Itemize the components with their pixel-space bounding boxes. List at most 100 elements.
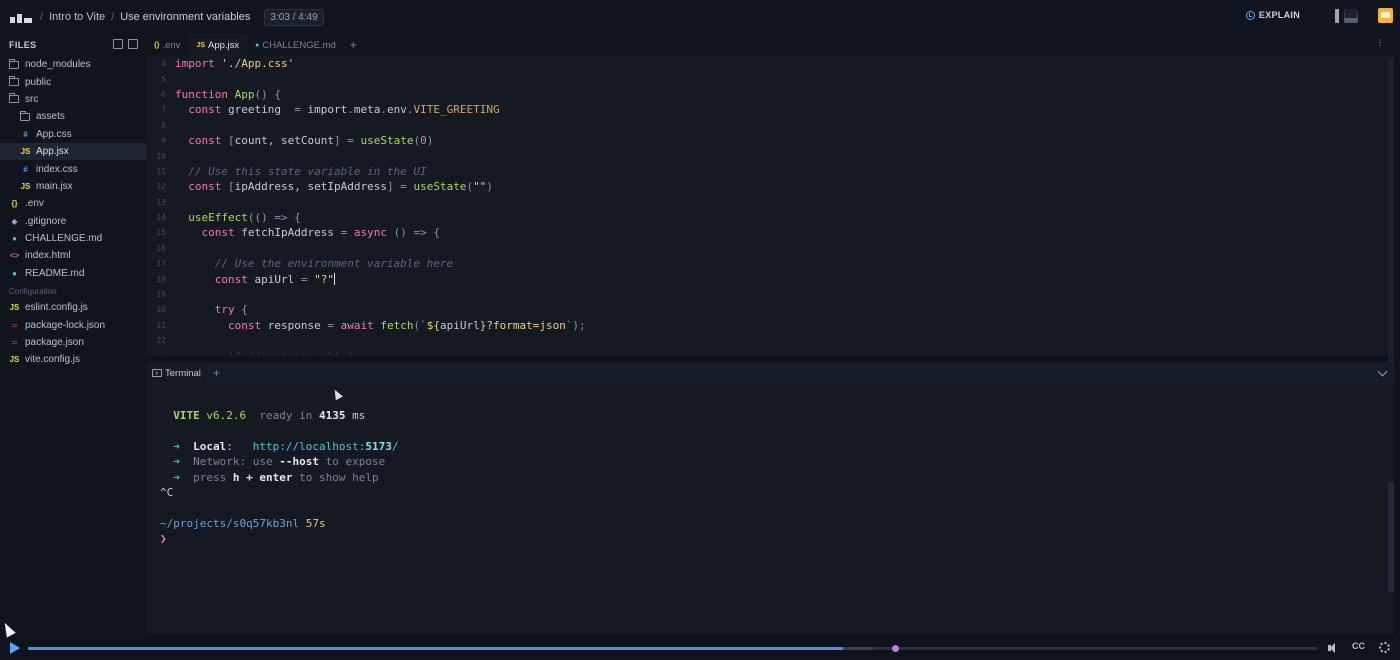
file-item[interactable]: ● CHALLENGE.md	[0, 230, 146, 247]
code-token: =	[294, 103, 308, 117]
code-token: VITE	[173, 409, 200, 423]
markdown-file-icon: ●	[12, 234, 17, 244]
file-item[interactable]: <> index.html	[0, 247, 146, 264]
line-number: 9	[161, 136, 166, 146]
file-label: App.jsx	[36, 146, 69, 158]
file-item[interactable]: ═ package-lock.json	[0, 316, 146, 333]
file-item[interactable]: {} .env	[0, 195, 146, 212]
file-label: index.html	[25, 250, 71, 262]
code-token: ms	[345, 409, 366, 423]
file-item[interactable]: public	[0, 73, 146, 90]
file-item[interactable]: JS main.jsx	[0, 178, 146, 195]
section-label: Configuration	[9, 286, 57, 296]
code-line: 17 // Use the environment variable here	[146, 256, 1394, 271]
more-options-icon[interactable]: ···	[1374, 38, 1386, 46]
file-explorer-title: FILES	[9, 40, 37, 50]
terminal-panel: Terminal + VITE v6.2.6 ready in 4135 ms …	[146, 362, 1394, 634]
code-token: : use	[239, 455, 280, 469]
code-token: "?"	[314, 272, 334, 286]
tab-terminal[interactable]: Terminal	[146, 362, 207, 384]
file-item[interactable]: ═ package.json	[0, 334, 146, 351]
editor-tab-label: App.jsx	[207, 39, 240, 51]
code-token: ➜	[173, 455, 180, 469]
new-folder-icon[interactable]	[128, 39, 138, 49]
file-item[interactable]: ● README.md	[0, 265, 146, 282]
line-number: 18	[156, 274, 166, 284]
explain-button[interactable]: EXPLAIN	[1245, 10, 1300, 20]
code-token: const	[214, 272, 255, 286]
editor-scrollbar[interactable]	[1388, 58, 1394, 378]
editor-tab[interactable]: ● CHALLENGE.md	[247, 34, 344, 56]
code-token: to show help	[292, 470, 379, 484]
brand-logo-icon[interactable]	[10, 11, 32, 23]
chevron-down-icon[interactable]	[1377, 366, 1388, 377]
play-icon[interactable]	[10, 642, 20, 654]
explain-label: EXPLAIN	[1258, 10, 1300, 20]
terminal-output[interactable]: VITE v6.2.6 ready in 4135 ms ➜ Local: ht…	[146, 384, 1394, 547]
code-line: 16	[146, 241, 1394, 256]
file-item[interactable]: JS eslint.config.js	[0, 299, 146, 316]
user-avatar[interactable]	[1378, 8, 1393, 23]
code-area[interactable]: 4 import './App.css' 5 6 function App() {7 c…	[146, 56, 1394, 356]
css-file-icon: #	[23, 164, 28, 174]
file-item[interactable]: ◆ .gitignore	[0, 213, 146, 230]
progress-track[interactable]	[28, 645, 1318, 652]
editor-tab[interactable]: JS App.jsx	[188, 34, 248, 56]
layout-toggle-icon[interactable]	[1344, 9, 1358, 23]
chapter-marker[interactable]	[891, 645, 899, 652]
markdown-file-icon: ●	[12, 268, 17, 278]
folder-icon	[20, 110, 30, 121]
file-item[interactable]: assets	[0, 108, 146, 125]
file-label: main.jsx	[36, 180, 73, 192]
file-item[interactable]: JS App.jsx	[0, 142, 146, 161]
code-token: useState	[413, 180, 467, 194]
new-file-icon[interactable]	[113, 39, 123, 49]
line-number: 17	[156, 259, 166, 269]
terminal-line: ~/projects/s0q57kb3nl 57s	[160, 516, 1394, 531]
code-line: 13	[146, 195, 1394, 210]
add-tab-icon[interactable]: +	[344, 34, 363, 56]
code-token: const	[188, 103, 228, 117]
settings-gear-icon[interactable]	[1379, 642, 1390, 653]
file-item[interactable]: # App.css	[0, 126, 146, 143]
code-token: --host	[279, 455, 319, 469]
file-item[interactable]: JS vite.config.js	[0, 351, 146, 368]
terminal-scrollbar[interactable]	[1388, 482, 1394, 592]
file-item[interactable]: src	[0, 91, 146, 108]
editor-tab[interactable]: {} .env	[146, 34, 188, 56]
line-number: 14	[156, 213, 166, 223]
code-line: 19	[146, 287, 1394, 302]
line-number: 5	[161, 74, 166, 84]
file-label: package.json	[25, 337, 84, 349]
code-token: ➜	[173, 470, 180, 484]
js-file-icon: JS	[20, 181, 31, 191]
code-token: }?format=json	[479, 318, 566, 332]
file-label: vite.config.js	[25, 354, 81, 366]
file-label: App.css	[36, 128, 72, 140]
code-token: =	[340, 226, 354, 240]
code-token: (	[466, 180, 474, 194]
line-number: 15	[156, 228, 166, 238]
captions-button[interactable]: CC	[1352, 641, 1365, 651]
file-item[interactable]: node_modules	[0, 56, 146, 73]
code-line: 18 const apiUrl = "?"	[146, 271, 1394, 286]
line-number: 7	[161, 105, 166, 115]
file-label: src	[25, 93, 39, 105]
explain-icon	[1245, 10, 1255, 20]
add-terminal-icon[interactable]: +	[207, 366, 226, 380]
sidebar-toggle-icon[interactable]	[1335, 9, 1339, 23]
terminal-line: ➜ press h + enter to show help	[160, 470, 1394, 485]
breadcrumb-course[interactable]: Intro to Vite	[49, 11, 105, 23]
file-item[interactable]: # index.css	[0, 160, 146, 177]
volume-icon[interactable]	[1328, 642, 1340, 654]
code-token: (`	[413, 318, 427, 332]
line-number: 8	[161, 120, 166, 130]
code-line: 15 const fetchIpAddress = async () => {	[146, 225, 1394, 240]
js-file-icon: JS	[20, 147, 31, 157]
json-file-icon: ═	[11, 338, 18, 348]
code-token: response	[267, 318, 328, 332]
